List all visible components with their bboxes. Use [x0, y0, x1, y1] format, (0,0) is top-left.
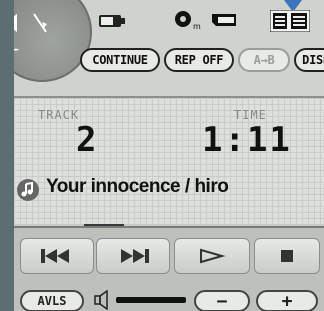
ab-repeat-button[interactable]: A→B: [238, 48, 290, 72]
volume-slider[interactable]: [116, 297, 186, 303]
music-player-device: + − m: [14, 0, 324, 311]
play-icon: [200, 248, 226, 264]
svg-text:m: m: [193, 22, 201, 30]
playback-controls: AVLS − +: [14, 226, 324, 311]
list-view-icon[interactable]: [270, 10, 310, 32]
volume-down-button[interactable]: −: [194, 290, 250, 311]
memory-card-icon: [212, 14, 236, 26]
disc-icon: m: [175, 11, 201, 30]
battery-icon: [99, 15, 125, 27]
volume-dial[interactable]: + −: [14, 0, 92, 82]
elapsed-time: 1:11: [202, 120, 292, 160]
previous-icon: [41, 249, 69, 263]
previous-track-button[interactable]: [20, 238, 94, 274]
repeat-off-button[interactable]: REP OFF: [164, 48, 234, 72]
track-label: TRACK: [38, 108, 80, 122]
top-bar: + − m: [14, 0, 324, 98]
music-note-icon: [17, 179, 39, 201]
track-number: 2: [76, 120, 97, 160]
volume-speaker-icon: [94, 290, 108, 310]
speaker-icon: [14, 14, 17, 32]
stop-icon: [281, 250, 293, 262]
dial-plus-label: +: [14, 0, 20, 2]
volume-up-button[interactable]: +: [256, 290, 318, 311]
next-icon: [121, 249, 149, 263]
display-button[interactable]: DISP: [294, 48, 324, 72]
song-title: Your innocence / hiro: [46, 176, 229, 197]
lcd-display: TRACK TIME 2 1:11 Your innocence / hiro: [14, 98, 324, 224]
avls-button[interactable]: AVLS: [20, 290, 84, 311]
stop-button[interactable]: [254, 238, 320, 274]
play-button[interactable]: [174, 238, 250, 274]
continue-button[interactable]: CONTINUE: [80, 48, 160, 72]
dial-indicator-icon: [33, 13, 47, 33]
dial-minus-label: −: [14, 42, 20, 58]
next-track-button[interactable]: [96, 238, 170, 274]
